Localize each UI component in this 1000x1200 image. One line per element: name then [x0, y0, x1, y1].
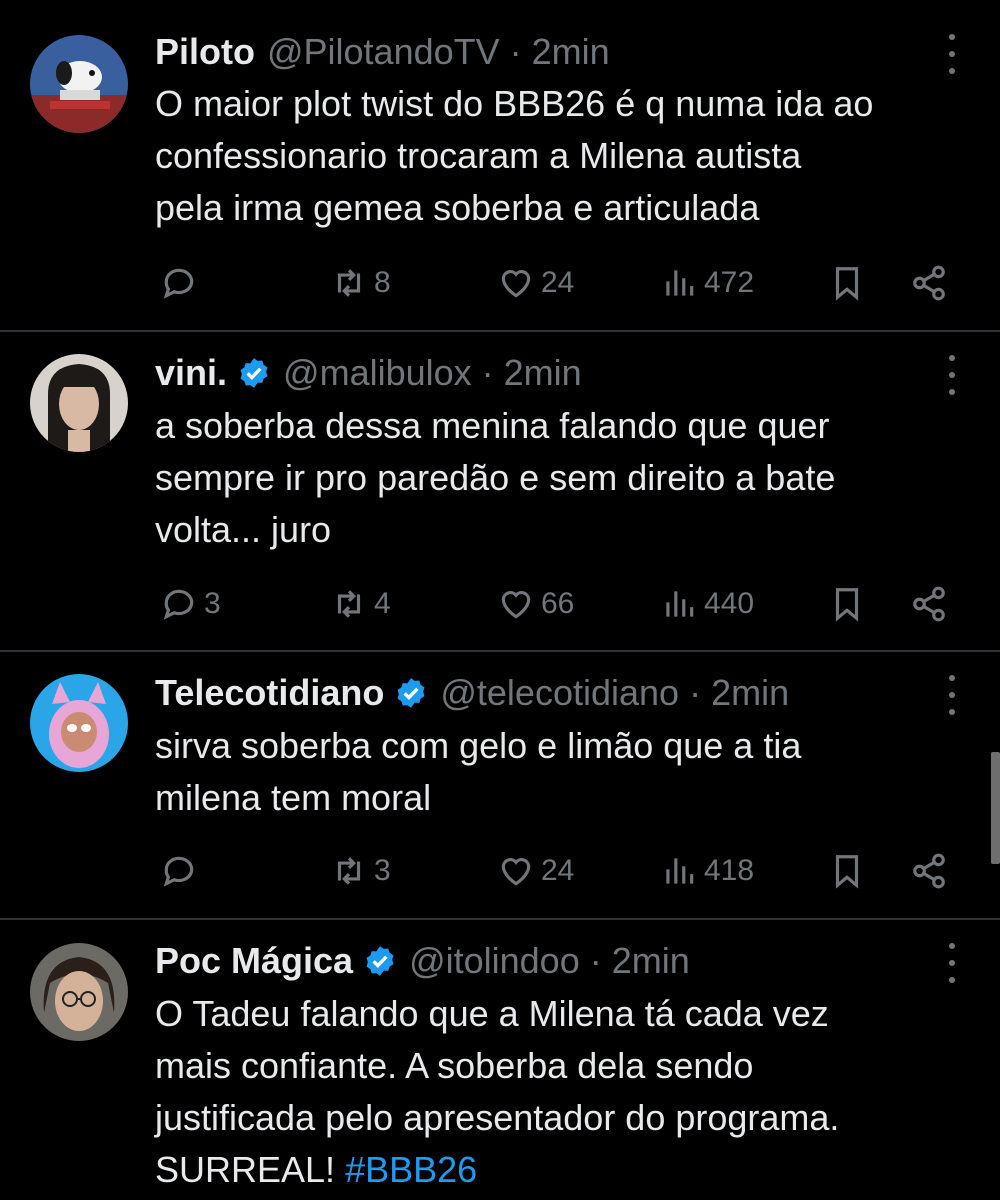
user-handle[interactable]: @PilotandoTV — [267, 27, 500, 77]
like-count: 24 — [541, 854, 575, 887]
tweet-header: Poc Mágica @itolindoo · 2min — [155, 936, 690, 986]
hashtag-link[interactable]: #BBB26 — [345, 1149, 477, 1190]
timestamp[interactable]: 2min — [532, 27, 610, 77]
like-button[interactable]: 66 — [497, 579, 574, 629]
like-count: 24 — [541, 266, 575, 299]
bookmark-icon — [828, 852, 866, 890]
tweet-header: Telecotidiano @telecotidiano · 2min — [155, 668, 789, 718]
timestamp[interactable]: 2min — [711, 668, 789, 718]
user-handle[interactable]: @malibulox — [283, 348, 472, 398]
display-name[interactable]: Poc Mágica — [155, 936, 353, 986]
bookmark-button[interactable] — [828, 579, 866, 629]
tweet-text: a soberba dessa menina falando que quer … — [155, 405, 836, 550]
bookmark-icon — [828, 585, 866, 623]
user-handle[interactable]: @itolindoo — [409, 936, 580, 986]
views-count: 418 — [704, 854, 755, 887]
action-bar: 3 4 66 440 — [0, 579, 1000, 629]
tweet-text: O maior plot twist do BBB26 é q numa ida… — [155, 83, 874, 228]
display-name[interactable]: vini. — [155, 348, 227, 398]
repost-icon — [330, 264, 368, 302]
views-count: 472 — [704, 266, 755, 299]
reply-icon — [160, 585, 198, 623]
more-vertical-icon[interactable] — [940, 675, 964, 715]
views-button[interactable]: 418 — [660, 846, 754, 896]
repost-count: 4 — [374, 587, 391, 620]
scrollbar-thumb[interactable] — [991, 752, 1000, 864]
tweet-text-body: O Tadeu falando que a Milena tá cada vez… — [155, 993, 840, 1190]
reply-button[interactable]: 3 — [160, 579, 221, 629]
views-icon — [660, 264, 698, 302]
separator: · — [589, 940, 602, 981]
separator: · — [509, 31, 522, 72]
repost-icon — [330, 852, 368, 890]
share-icon — [910, 585, 948, 623]
action-bar: 3 24 418 — [0, 846, 1000, 896]
reply-icon — [160, 264, 198, 302]
repost-button[interactable]: 8 — [330, 258, 391, 308]
timestamp[interactable]: 2min — [612, 936, 690, 986]
views-button[interactable]: 440 — [660, 579, 754, 629]
views-count: 440 — [704, 587, 755, 620]
tweet[interactable]: Piloto @PilotandoTV · 2min O maior plot … — [0, 0, 1000, 330]
timestamp[interactable]: 2min — [504, 348, 582, 398]
tweet[interactable]: Telecotidiano @telecotidiano · 2min sirv… — [0, 652, 1000, 918]
repost-count: 8 — [374, 266, 391, 299]
reply-icon — [160, 852, 198, 890]
tweet-header: vini. @malibulox · 2min — [155, 348, 582, 398]
reply-button[interactable] — [160, 258, 204, 308]
tweet-text: sirva soberba com gelo e limão que a tia… — [155, 725, 802, 818]
tweet[interactable]: Poc Mágica @itolindoo · 2min O Tadeu fal… — [0, 920, 1000, 1200]
avatar[interactable] — [30, 354, 128, 452]
heart-icon — [497, 264, 535, 302]
bookmark-button[interactable] — [828, 258, 866, 308]
heart-icon — [497, 852, 535, 890]
display-name[interactable]: Telecotidiano — [155, 668, 384, 718]
reply-count: 3 — [204, 587, 221, 620]
share-button[interactable] — [910, 258, 948, 308]
share-button[interactable] — [910, 846, 948, 896]
avatar[interactable] — [30, 35, 128, 133]
separator: · — [481, 352, 494, 393]
verified-badge-icon — [363, 944, 397, 978]
display-name[interactable]: Piloto — [155, 27, 255, 77]
views-icon — [660, 852, 698, 890]
more-vertical-icon[interactable] — [940, 34, 964, 74]
views-icon — [660, 585, 698, 623]
heart-icon — [497, 585, 535, 623]
avatar[interactable] — [30, 674, 128, 772]
share-button[interactable] — [910, 579, 948, 629]
like-count: 66 — [541, 587, 575, 620]
repost-count: 3 — [374, 854, 391, 887]
verified-badge-icon — [394, 676, 428, 710]
like-button[interactable]: 24 — [497, 846, 574, 896]
avatar[interactable] — [30, 943, 128, 1041]
like-button[interactable]: 24 — [497, 258, 574, 308]
more-vertical-icon[interactable] — [940, 943, 964, 983]
bookmark-icon — [828, 264, 866, 302]
reply-button[interactable] — [160, 846, 204, 896]
views-button[interactable]: 472 — [660, 258, 754, 308]
action-bar: 8 24 472 — [0, 258, 1000, 308]
bookmark-button[interactable] — [828, 846, 866, 896]
tweet-text: O Tadeu falando que a Milena tá cada vez… — [155, 988, 975, 1196]
verified-badge-icon — [237, 356, 271, 390]
more-vertical-icon[interactable] — [940, 355, 964, 395]
user-handle[interactable]: @telecotidiano — [440, 668, 679, 718]
tweet[interactable]: vini. @malibulox · 2min a soberba dessa … — [0, 332, 1000, 650]
repost-button[interactable]: 3 — [330, 846, 391, 896]
share-icon — [910, 264, 948, 302]
repost-button[interactable]: 4 — [330, 579, 391, 629]
separator: · — [689, 672, 702, 713]
share-icon — [910, 852, 948, 890]
tweet-header: Piloto @PilotandoTV · 2min — [155, 27, 610, 77]
repost-icon — [330, 585, 368, 623]
